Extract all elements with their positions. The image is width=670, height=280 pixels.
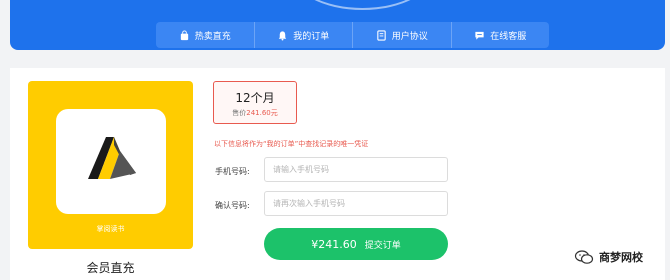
top-header: 热卖直充 我的订单 用户协议 在线客服 [10,0,665,50]
nav-item-online-service[interactable]: 在线客服 [450,22,550,48]
product-tile: 掌阅读书 [28,81,193,249]
chat-icon [474,30,485,41]
submit-label: 提交订单 [364,240,401,251]
wechat-icon [574,249,594,265]
nav-label: 热卖直充 [194,31,231,42]
nav-item-my-orders[interactable]: 我的订单 [253,22,353,48]
product-brand: 掌阅读书 [96,225,125,233]
document-icon [376,29,387,41]
phone-input[interactable] [264,157,448,182]
plan-price: 售价241.60元 [214,108,296,118]
phone-label: 手机号码: [215,167,250,176]
bell-icon [277,30,288,41]
header-decoration [290,0,435,10]
confirm-phone-label: 确认号码: [215,201,250,210]
plan-name: 12个月 [235,91,275,105]
plan-price-label: 售价 [232,109,247,117]
plan-option-12-months[interactable]: 12个月 售价241.60元 [213,81,297,124]
submit-amount: ¥241.60 [311,237,357,251]
nav-item-hot-recharge[interactable]: 热卖直充 [156,22,254,48]
book-logo-icon [88,137,136,179]
nav-item-user-agreement[interactable]: 用户协议 [352,22,451,48]
nav-label: 在线客服 [490,31,527,42]
bag-icon [179,29,190,41]
product-logo-box [56,109,166,214]
watermark: 商梦网校 [574,249,643,265]
confirm-phone-input[interactable] [264,191,448,216]
product-caption: 会员直充 [86,261,135,275]
order-notice: 以下信息将作为“我的订单”中查找记录的唯一凭证 [214,140,369,148]
nav-label: 用户协议 [391,31,428,42]
nav-label: 我的订单 [293,31,330,42]
submit-order-button[interactable]: ¥241.60 提交订单 [264,228,448,260]
watermark-text: 商梦网校 [599,251,643,264]
nav-bar: 热卖直充 我的订单 用户协议 在线客服 [156,22,549,48]
plan-price-value: 241.60元 [246,109,278,117]
